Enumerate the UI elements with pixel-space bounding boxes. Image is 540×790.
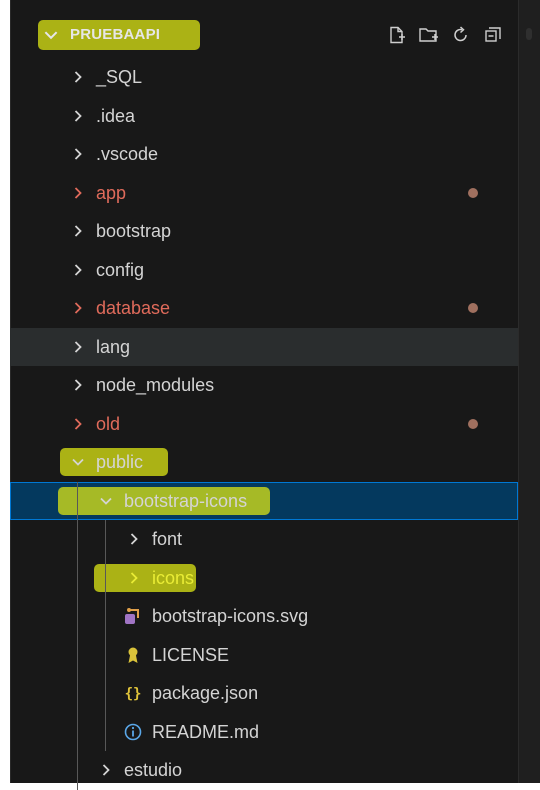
explorer-header[interactable]: PRUEBAAPI	[10, 16, 518, 54]
tree-file-readme-md[interactable]: README.md	[10, 713, 518, 751]
screenshot-frame: PRUEBAAPI _SQL .idea .vscode app bootstr…	[0, 0, 540, 790]
chevron-down-icon	[100, 497, 112, 505]
chevron-right-icon	[74, 186, 82, 199]
tree-item-label: estudio	[124, 760, 183, 780]
explorer-actions	[386, 24, 504, 46]
tree-item-label: public	[96, 452, 144, 472]
tree-item-label: bootstrap-icons	[124, 490, 248, 511]
svg-text:{}: {}	[125, 686, 142, 702]
tree-file-license[interactable]: LICENSE	[10, 636, 518, 674]
tree-item-label: package.json	[152, 683, 259, 703]
collapse-all-icon[interactable]	[482, 24, 504, 46]
tree-item-label: bootstrap-icons.svg	[152, 606, 309, 626]
info-icon	[124, 723, 142, 741]
chevron-right-icon	[74, 379, 82, 391]
tree-folder-bootstrap[interactable]: bootstrap	[10, 212, 518, 250]
chevron-right-icon	[102, 764, 110, 776]
tree-folder-estudio[interactable]: estudio	[10, 751, 518, 789]
chevron-right-icon	[74, 340, 82, 353]
tree-item-label: .idea	[96, 105, 136, 126]
editor-tab-edge	[526, 28, 532, 40]
tree-folder-idea[interactable]: .idea	[10, 97, 518, 135]
chevron-down-icon	[72, 458, 84, 466]
chevron-down-icon[interactable]	[42, 26, 60, 44]
tree-folder-vscode[interactable]: .vscode	[10, 135, 518, 173]
tree-item-label: font	[152, 529, 183, 549]
tree-folder-public[interactable]: public	[10, 443, 518, 481]
new-file-icon[interactable]	[386, 24, 408, 46]
tree-folder-icons[interactable]: icons	[10, 559, 518, 597]
indent-guide	[105, 520, 106, 751]
tree-item-label: LICENSE	[152, 644, 230, 665]
refresh-icon[interactable]	[450, 24, 472, 46]
tree-folder-database[interactable]: database	[10, 289, 518, 327]
svg-file-icon	[124, 607, 142, 625]
tree-item-label: .vscode	[96, 144, 159, 164]
chevron-right-icon	[130, 571, 138, 584]
tree-folder-node-modules[interactable]: node_modules	[10, 366, 518, 404]
new-folder-icon[interactable]	[418, 24, 440, 46]
chevron-right-icon	[130, 533, 138, 545]
chevron-right-icon	[74, 302, 82, 314]
indent-guide	[77, 481, 78, 790]
tree-item-label: lang	[96, 336, 131, 357]
tree-item-label: config	[96, 259, 145, 280]
chevron-right-icon	[74, 417, 82, 430]
modified-indicator	[468, 303, 478, 313]
tree-item-label: README.md	[152, 721, 260, 742]
chevron-right-icon	[74, 225, 82, 237]
tree-folder-old[interactable]: old	[10, 405, 518, 443]
tree-folder-lang[interactable]: lang	[10, 327, 518, 366]
editor-area	[518, 0, 540, 783]
tree-item-label: bootstrap	[96, 221, 172, 241]
json-braces-icon: {}	[124, 684, 142, 702]
chevron-right-icon	[74, 71, 82, 83]
tree-folder-font[interactable]: font	[10, 520, 518, 558]
tree-item-label: app	[96, 182, 127, 203]
chevron-right-icon	[74, 263, 82, 276]
tree-folder-app[interactable]: app	[10, 174, 518, 212]
modified-indicator	[468, 418, 478, 429]
tree-item-label: node_modules	[96, 375, 215, 395]
license-icon	[124, 646, 142, 664]
tree-item-label: _SQL	[96, 67, 143, 87]
explorer-title: PRUEBAAPI	[70, 26, 161, 43]
tree-item-label: old	[96, 413, 121, 434]
tree-file-package-json[interactable]: {} package.json	[10, 674, 518, 712]
tree-folder-sql[interactable]: _SQL	[10, 58, 518, 96]
tree-folder-bootstrap-icons[interactable]: bootstrap-icons	[10, 481, 518, 520]
tree-item-label: icons	[152, 567, 195, 588]
chevron-right-icon	[74, 109, 82, 122]
chevron-right-icon	[74, 148, 82, 160]
tree-file-bootstrap-icons-svg[interactable]: bootstrap-icons.svg	[10, 597, 518, 635]
modified-indicator	[468, 187, 478, 198]
tree-folder-config[interactable]: config	[10, 251, 518, 289]
tree-item-label: database	[96, 298, 171, 318]
